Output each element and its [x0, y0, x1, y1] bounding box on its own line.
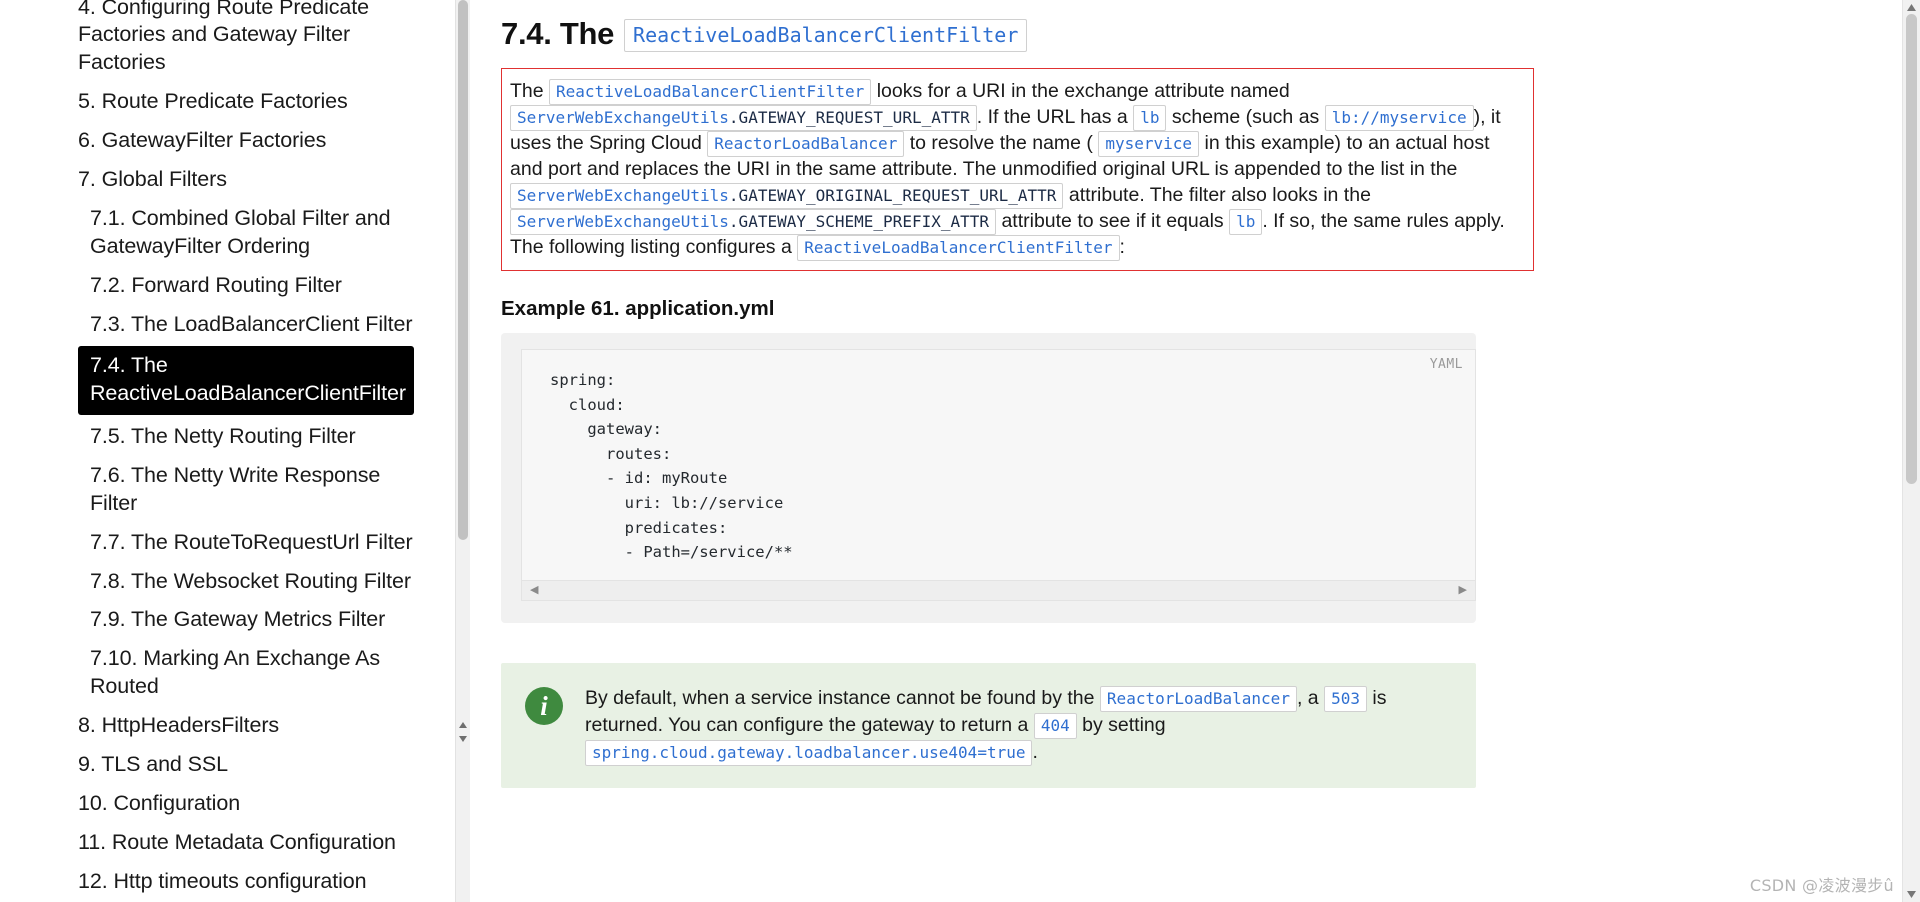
page-title-code: ReactiveLoadBalancerClientFilter	[624, 19, 1028, 52]
code-gateway-request-url-attr: ServerWebExchangeUtils.GATEWAY_REQUEST_U…	[510, 105, 977, 131]
code-scroll-left-icon[interactable]: ◀	[530, 585, 538, 596]
highlighted-paragraph-box: The ReactiveLoadBalancerClientFilter loo…	[501, 68, 1534, 271]
sidebar-item-16[interactable]: 10. Configuration	[0, 785, 440, 824]
code-listing-block: YAML spring: cloud: gateway: routes: - i…	[501, 333, 1476, 623]
code-gateway-scheme-prefix-attr: ServerWebExchangeUtils.GATEWAY_SCHEME_PR…	[510, 209, 997, 235]
code-lb-myservice: lb://myservice	[1324, 105, 1474, 131]
sidebar-item-14[interactable]: 8. HttpHeadersFilters	[0, 707, 440, 746]
info-icon: i	[525, 687, 563, 725]
sidebar-item-active-wrapper: 7.4. The ReactiveLoadBalancerClientFilte…	[0, 344, 440, 417]
para-text-1: The	[510, 80, 544, 102]
example-title: Example 61. application.yml	[501, 297, 775, 320]
sidebar-item-6[interactable]: 7.3. The LoadBalancerClient Filter	[0, 305, 440, 344]
sidebar-item-12[interactable]: 7.9. The Gateway Metrics Filter	[0, 601, 440, 640]
sidebar-item-3[interactable]: 7. Global Filters	[0, 161, 440, 200]
sidebar-scroll-up-icon[interactable]	[456, 718, 470, 732]
sidebar-scrollbar[interactable]	[455, 0, 470, 902]
watermark: CSDN @凌波漫步û	[1749, 876, 1894, 895]
main-content: 7.4. The ReactiveLoadBalancerClientFilte…	[471, 0, 1920, 902]
code-listing-inner: YAML spring: cloud: gateway: routes: - i…	[521, 349, 1476, 601]
code-reactiveloadbalancerclientfilter-2: ReactiveLoadBalancerClientFilter	[797, 235, 1120, 261]
page-scrollbar[interactable]	[1902, 0, 1920, 902]
sidebar-item-17[interactable]: 11. Route Metadata Configuration	[0, 824, 440, 863]
code-language-label: YAML	[1429, 357, 1463, 372]
code-503: 503	[1324, 686, 1367, 712]
para-text-9: attribute to see if it equals	[1001, 210, 1224, 232]
page-title-prefix: 7.4. The	[501, 16, 615, 51]
sidebar-item-9[interactable]: 7.6. The Netty Write Response Filter	[0, 456, 440, 523]
code-use404-property: spring.cloud.gateway.loadbalancer.use404…	[585, 740, 1033, 766]
sidebar-item-8[interactable]: 7.5. The Netty Routing Filter	[0, 417, 440, 456]
page-scroll-up-icon[interactable]	[1903, 0, 1920, 15]
note-text-1: By default, when a service instance cann…	[585, 687, 1095, 709]
sidebar-item-4[interactable]: 7.1. Combined Global Filter and GatewayF…	[0, 200, 440, 267]
para-text-2: looks for a URI in the exchange attribut…	[876, 80, 1290, 102]
code-horizontal-scrollbar[interactable]: ◀ ▶	[522, 580, 1475, 600]
sidebar-item-5[interactable]: 7.2. Forward Routing Filter	[0, 267, 440, 306]
para-text-6: to resolve the name (	[909, 132, 1093, 154]
sidebar-item-11[interactable]: 7.8. The Websocket Routing Filter	[0, 562, 440, 601]
sidebar-item-7[interactable]: 7.4. The ReactiveLoadBalancerClientFilte…	[78, 346, 414, 416]
sidebar-item-15[interactable]: 9. TLS and SSL	[0, 746, 440, 785]
code-reactorloadbalancer-2: ReactorLoadBalancer	[1099, 686, 1297, 712]
sidebar-scrollbar-thumb[interactable]	[458, 0, 468, 540]
page-scrollbar-thumb[interactable]	[1906, 14, 1917, 484]
code-lb-2: lb	[1229, 209, 1263, 235]
code-reactorloadbalancer-1: ReactorLoadBalancer	[707, 131, 905, 157]
para-text-8: attribute. The filter also looks in the	[1068, 184, 1371, 206]
page-scroll-down-icon[interactable]	[1903, 887, 1920, 902]
code-404: 404	[1033, 713, 1077, 739]
note-text-5: .	[1032, 741, 1038, 763]
para-text-3: . If the URL has a	[976, 106, 1128, 128]
sidebar-scroll-down-icon[interactable]	[456, 732, 470, 746]
code-reactiveloadbalancerclientfilter-1: ReactiveLoadBalancerClientFilter	[549, 79, 872, 105]
note-text-4: by setting	[1082, 714, 1166, 736]
note-admonition: i By default, when a service instance ca…	[501, 663, 1476, 788]
para-text-4: scheme (such as	[1171, 106, 1320, 128]
sidebar-item-0[interactable]: 4. Configuring Route Predicate Factories…	[0, 0, 440, 83]
code-gateway-original-request-url-attr: ServerWebExchangeUtils.GATEWAY_ORIGINAL_…	[510, 183, 1064, 209]
code-myservice: myservice	[1098, 131, 1200, 157]
sidebar-item-1[interactable]: 5. Route Predicate Factories	[0, 83, 440, 122]
sidebar-item-2[interactable]: 6. GatewayFilter Factories	[0, 122, 440, 161]
yaml-code: spring: cloud: gateway: routes: - id: my…	[550, 371, 793, 562]
page-title: 7.4. The ReactiveLoadBalancerClientFilte…	[501, 16, 1860, 54]
code-scroll-right-icon[interactable]: ▶	[1459, 585, 1467, 596]
code-lb-1: lb	[1133, 105, 1167, 131]
sidebar-item-18[interactable]: 12. Http timeouts configuration	[0, 863, 440, 902]
documentation-page: 4. Configuring Route Predicate Factories…	[0, 0, 1920, 902]
toc-list: 4. Configuring Route Predicate Factories…	[0, 0, 440, 902]
para-text-11: :	[1119, 236, 1125, 258]
note-text-2: , a	[1296, 687, 1319, 709]
sidebar-item-10[interactable]: 7.7. The RouteToRequestUrl Filter	[0, 523, 440, 562]
sidebar-item-13[interactable]: 7.10. Marking An Exchange As Routed	[0, 640, 440, 707]
intro-paragraph: The ReactiveLoadBalancerClientFilter loo…	[510, 78, 1523, 261]
note-text: By default, when a service instance cann…	[585, 685, 1450, 766]
table-of-contents-sidebar[interactable]: 4. Configuring Route Predicate Factories…	[0, 0, 455, 902]
